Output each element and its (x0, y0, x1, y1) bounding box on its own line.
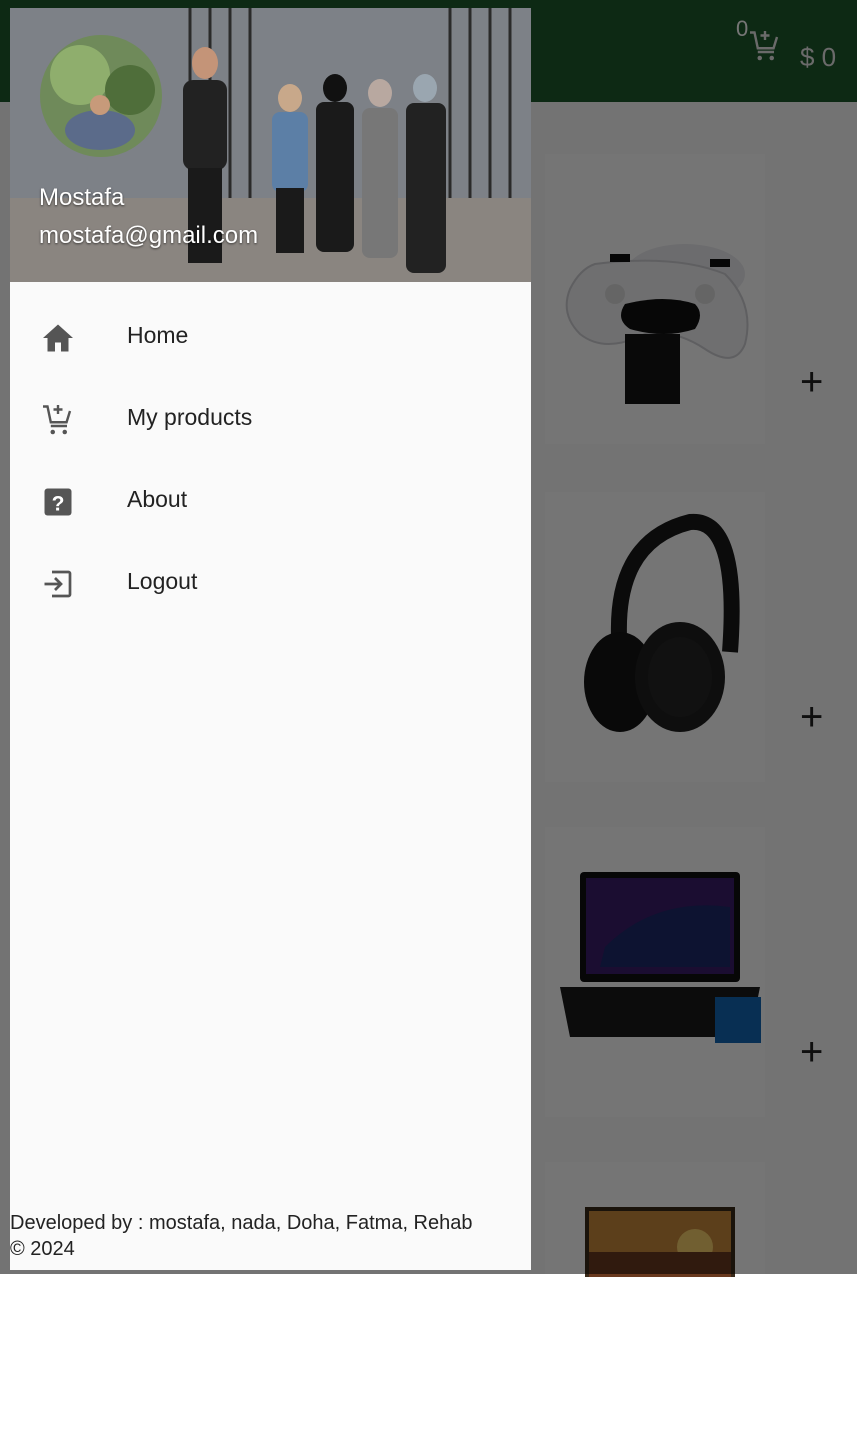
drawer-item-logout[interactable]: Logout (10, 548, 531, 620)
drawer-item-label: Home (127, 322, 189, 348)
add-shopping-cart-icon (43, 405, 72, 435)
drawer-item-about[interactable]: ? About (10, 466, 531, 538)
drawer-item-home[interactable]: Home (10, 302, 531, 374)
footer-copyright: © 2024 (10, 1238, 75, 1260)
drawer-item-my-products[interactable]: My products (10, 384, 531, 456)
account-name: Mostafa (39, 184, 125, 211)
footer-credits: Developed by : mostafa, nada, Doha, Fatm… (10, 1212, 473, 1234)
drawer-header: Mostafa mostafa@gmail.com (10, 8, 531, 282)
drawer-item-label: Logout (127, 568, 198, 594)
avatar-photo (40, 35, 162, 157)
account-email: mostafa@gmail.com (39, 222, 259, 249)
home-icon (43, 324, 73, 352)
drawer-item-label: About (127, 486, 188, 512)
logout-icon (44, 570, 72, 598)
help-icon: ? (44, 488, 72, 516)
drawer-item-label: My products (127, 404, 253, 430)
avatar[interactable] (40, 35, 162, 157)
navigation-drawer: Mostafa mostafa@gmail.com Home My produc… (10, 8, 531, 1270)
svg-text:?: ? (52, 492, 65, 515)
